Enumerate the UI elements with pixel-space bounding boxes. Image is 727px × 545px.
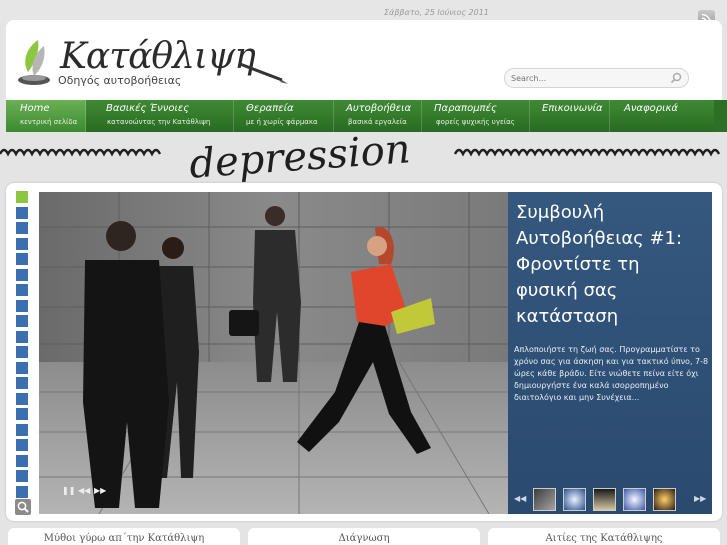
site-header: Κατάθλιψη Οδηγός αυτοβοήθειας [6, 20, 722, 100]
date-text: Σάββατο, 25 Ιούνιος 2011 [384, 8, 489, 17]
slide-selector-square[interactable] [16, 392, 28, 405]
bottom-tab-label: Αιτίες της Κατάθλιψης [545, 533, 663, 544]
slide-selector-square[interactable] [16, 222, 28, 234]
top-bar [0, 0, 727, 22]
next-slide-icon[interactable]: ▶▶ [694, 494, 706, 503]
slide-selector-square[interactable] [16, 206, 28, 219]
business-people-photo [39, 192, 509, 514]
slide-selector-square[interactable] [16, 253, 28, 265]
slide-selector-square[interactable] [16, 268, 28, 281]
slide-thumbnail[interactable] [623, 488, 646, 511]
nav-item-references[interactable]: Αναφορικά [610, 100, 688, 132]
slide-selector-square[interactable] [16, 315, 28, 327]
nav-sublabel: κατανοώντας την Κατάθλιψη [107, 118, 211, 126]
slide-thumbnail[interactable] [533, 488, 556, 511]
bottom-tab-label: Διάγνωση [338, 533, 390, 544]
search-input[interactable] [511, 71, 661, 85]
slide-selector-square[interactable] [16, 485, 28, 498]
slide-selector-square[interactable] [16, 299, 28, 312]
nav-sublabel: βασικά εργαλεία [348, 118, 407, 126]
slide-photo[interactable] [39, 192, 509, 514]
nav-item-contact[interactable]: Επικοινωνία [530, 100, 610, 132]
nav-sublabel: φορείς ψυχικής υγείας [436, 118, 515, 126]
slide-title[interactable]: Συμβουλή Αυτοβοήθειας #1: Φροντίστε τη φ… [516, 200, 706, 330]
slide-selector-square[interactable] [16, 408, 28, 420]
nav-item-home[interactable]: Home κεντρική σελίδα [6, 100, 86, 132]
slide-text: Απλοποιήστε τη ζωή σας. Προγραμματίστε τ… [514, 345, 709, 402]
slide-selector-square[interactable] [16, 423, 28, 436]
nav-label: Αναφορικά [624, 103, 678, 114]
slide-selector-square[interactable] [16, 330, 28, 343]
slide-selector-square[interactable] [16, 377, 28, 389]
nav-item-self-help[interactable]: Αυτοβοήθεια βασικά εργαλεία [334, 100, 422, 132]
nav-label: Βασικές Έννοιες [106, 103, 190, 114]
nav-label: Αυτοβοήθεια [346, 103, 412, 114]
slide-selector-square[interactable] [16, 284, 28, 296]
nav-sublabel: με ή χωρίς φάρμακα [246, 118, 318, 126]
logo-subtitle: Οδηγός αυτοβοήθειας [58, 74, 182, 87]
slide-selector-square[interactable] [16, 191, 28, 203]
slide-thumbnail[interactable] [563, 488, 586, 511]
forward-icon[interactable]: ▶▶ [94, 486, 106, 495]
featured-slider: Συμβουλή Αυτοβοήθειας #1: Φροντίστε τη φ… [6, 183, 722, 521]
slide-selector-square[interactable] [16, 346, 28, 358]
nav-label: Παραπομπές [434, 103, 497, 114]
rewind-icon[interactable]: ◀◀ [78, 486, 90, 495]
bottom-tab-diagnosis[interactable]: Διάγνωση [248, 528, 480, 545]
nav-item-referrals[interactable]: Παραπομπές φορείς ψυχικής υγείας [422, 100, 530, 132]
search-box[interactable] [504, 68, 689, 88]
slide-thumbnail[interactable] [593, 488, 616, 511]
logo-title[interactable]: Κατάθλιψη [60, 36, 256, 77]
pause-icon[interactable]: ❚❚ [62, 486, 75, 495]
main-nav: Home κεντρική σελίδα Βασικές Έννοιες κατ… [6, 100, 727, 132]
slide-thumbnail[interactable] [653, 488, 676, 511]
bottom-tab-label: Μύθοι γύρω απ΄την Κατάθλιψη [43, 533, 205, 544]
nav-sublabel: κεντρική σελίδα [20, 118, 78, 126]
slide-selector-square[interactable] [16, 237, 28, 250]
nav-label: Home [20, 103, 50, 114]
depression-banner: depression [0, 134, 727, 182]
bottom-tab-causes[interactable]: Αιτίες της Κατάθλιψης [488, 528, 720, 545]
leaf-logo-icon [18, 40, 50, 85]
bottom-tab-myths[interactable]: Μύθοι γύρω απ΄την Κατάθλιψη [8, 528, 240, 545]
magnifier-icon [17, 501, 29, 513]
slide-selector-square[interactable] [16, 361, 28, 374]
nav-label: Θεραπεία [246, 103, 294, 114]
prev-slide-icon[interactable]: ◀◀ [514, 494, 526, 503]
slide-selector-square[interactable] [16, 454, 28, 467]
nav-item-therapy[interactable]: Θεραπεία με ή χωρίς φάρμακα [234, 100, 334, 132]
slide-selector-square[interactable] [16, 439, 28, 451]
search-icon[interactable] [670, 72, 682, 84]
slide-selector-square[interactable] [16, 470, 28, 482]
slide-caption: Συμβουλή Αυτοβοήθειας #1: Φροντίστε τη φ… [508, 192, 712, 514]
nav-label: Επικοινωνία [542, 103, 603, 114]
zoom-button[interactable] [15, 499, 31, 515]
nav-item-basic-concepts[interactable]: Βασικές Έννοιες κατανοώντας την Κατάθλιψ… [86, 100, 234, 132]
pen-icon [239, 62, 288, 84]
